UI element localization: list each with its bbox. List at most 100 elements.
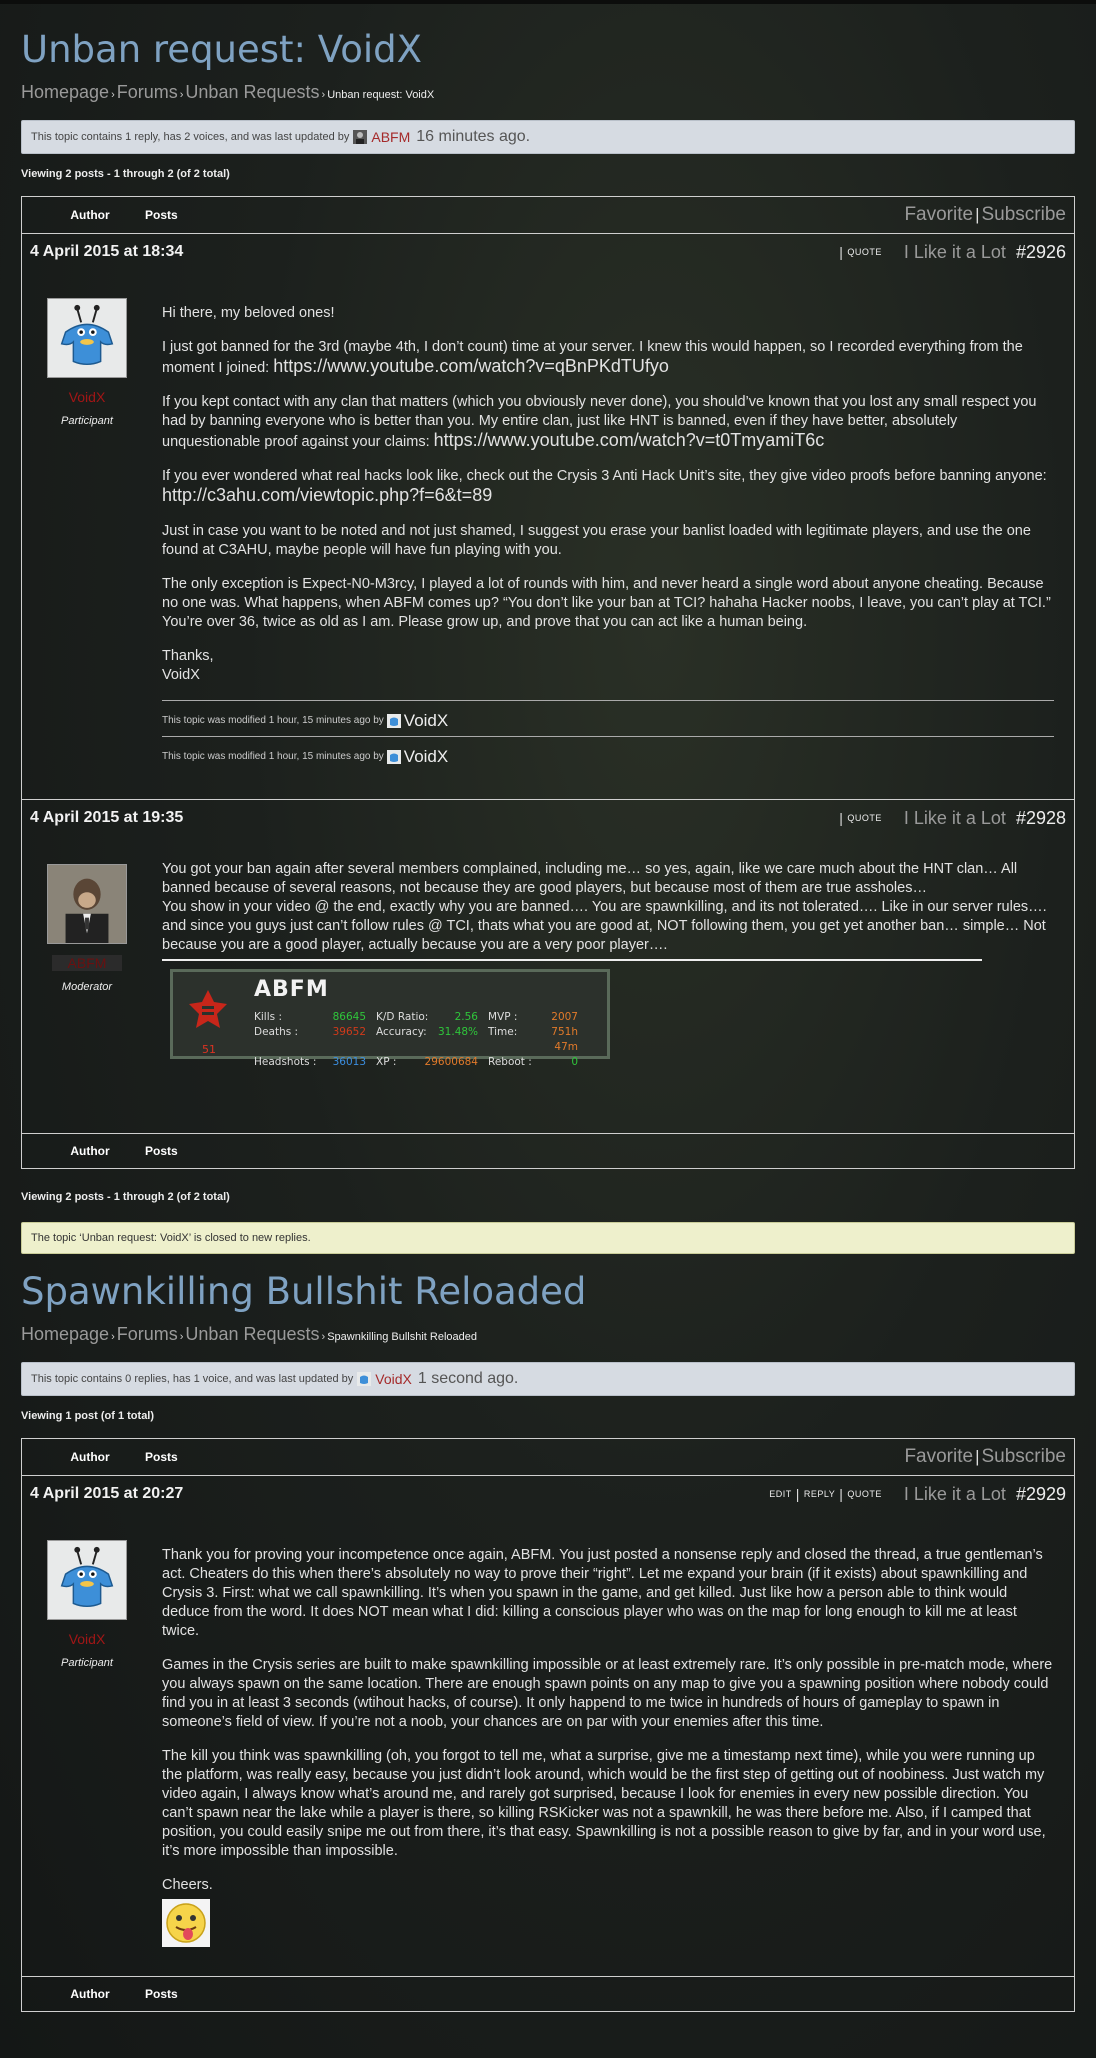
author-role: Participant: [61, 1657, 113, 1669]
voidx-mini-avatar-icon[interactable]: [357, 1372, 372, 1386]
post-author: VoidX Participant: [22, 270, 152, 776]
revision-user-link[interactable]: VoidX: [404, 711, 448, 730]
c3ahu-link[interactable]: http://c3ahu.com/viewtopic.php?f=6&t=89: [162, 485, 492, 505]
youtube-link[interactable]: https://www.youtube.com/watch?v=qBnPKdTU…: [273, 356, 669, 376]
post-author: ABFM Moderator: [22, 836, 152, 1069]
revision-user-link[interactable]: VoidX: [404, 747, 448, 766]
post-content: Thank you for proving your incompetence …: [152, 1512, 1074, 1963]
post-paragraph: You got your ban again after several mem…: [162, 860, 1054, 955]
quote-link[interactable]: QUOTE: [847, 813, 882, 823]
post-permalink[interactable]: #2929: [1016, 1484, 1066, 1505]
post-paragraph: The only exception is Expect-N0-M3rcy, I…: [162, 576, 1051, 630]
breadcrumb-home[interactable]: Homepage: [21, 82, 109, 103]
abfm-avatar[interactable]: [47, 864, 127, 944]
favorite-link[interactable]: Favorite: [904, 204, 973, 225]
sig-value: 39652: [332, 1026, 366, 1038]
sig-value: 2.56: [454, 1011, 478, 1023]
subscribe-link[interactable]: Subscribe: [982, 204, 1067, 225]
post-content: Hi there, my beloved ones! I just got ba…: [152, 270, 1074, 776]
header-author: Author: [70, 208, 110, 222]
post-header: 4 April 2015 at 18:34 | QUOTE I Like it a…: [22, 234, 1074, 270]
like-button[interactable]: I Like it a Lot: [904, 242, 1006, 263]
like-button[interactable]: I Like it a Lot: [904, 1484, 1006, 1505]
post-admin-links: | QUOTE: [839, 810, 882, 826]
breadcrumb-current: Spawnkilling Bullshit Reloaded: [327, 1331, 477, 1343]
quote-link[interactable]: QUOTE: [847, 1489, 882, 1499]
reply-link[interactable]: REPLY: [804, 1489, 835, 1499]
breadcrumb-forums[interactable]: Forums: [117, 82, 178, 103]
tongue-smiley-icon: [162, 1899, 210, 1947]
author-name[interactable]: ABFM: [52, 955, 122, 971]
breadcrumb-forums[interactable]: Forums: [117, 1324, 178, 1345]
footer-posts: Posts: [145, 1987, 178, 2001]
post-admin-links: EDIT | REPLY | QUOTE: [769, 1486, 882, 1502]
post-2928: 4 April 2015 at 19:35 | QUOTE I Like it a…: [22, 800, 1074, 1134]
favorite-link[interactable]: Favorite: [904, 1446, 973, 1467]
sig-label: XP :: [376, 1056, 397, 1068]
post-header: 4 April 2015 at 19:35 | QUOTE I Like it a…: [22, 800, 1074, 836]
header-posts: Posts: [145, 208, 178, 222]
post-paragraph: Just in case you want to be noted and no…: [162, 523, 1031, 558]
post-paragraph: The kill you think was spawnkilling (oh,…: [162, 1748, 1046, 1859]
breadcrumb-separator: ›: [321, 1331, 326, 1343]
abfm-mini-avatar-icon[interactable]: [353, 130, 368, 144]
post-permalink[interactable]: #2926: [1016, 242, 1066, 263]
voidx-mini-avatar-icon[interactable]: [386, 713, 401, 728]
post-signoff: Cheers.: [162, 1877, 213, 1893]
breadcrumb-unban-requests[interactable]: Unban Requests: [185, 82, 319, 103]
author-role: Moderator: [61, 981, 113, 993]
revision-log-item: This topic was modified 1 hour, 15 minut…: [162, 736, 1054, 766]
author-role: Participant: [61, 415, 113, 427]
sig-value: 0: [571, 1056, 578, 1068]
sig-value: 751h 47m: [551, 1026, 578, 1053]
sig-label: Kills :: [254, 1011, 282, 1023]
posts-footer: Author Posts: [22, 1977, 1074, 2011]
post-body: VoidX Participant Hi there, my beloved o…: [22, 270, 1074, 776]
voidx-avatar[interactable]: [47, 298, 127, 378]
sig-value: 31.48%: [438, 1026, 479, 1038]
topic-posts-list: Author Posts Favorite | Subscribe 4 April …: [21, 196, 1075, 1169]
notice-user-link[interactable]: ABFM: [371, 129, 410, 145]
voidx-mini-avatar-icon[interactable]: [386, 749, 401, 764]
post-header: 4 April 2015 at 20:27 EDIT | REPLY | QUOTE I…: [22, 1476, 1074, 1512]
notice-text: This topic contains 0 replies, has 1 voi…: [31, 1373, 354, 1385]
post-paragraph: I just got banned for the 3rd (maybe 4th…: [162, 338, 1054, 378]
paragraph-text: You got your ban again after several mem…: [162, 861, 1018, 896]
sig-label: Headshots :: [254, 1056, 317, 1068]
paragraph-text: You show in your video @ the end, exactl…: [162, 899, 1047, 953]
signoff-name: VoidX: [162, 667, 200, 683]
notice-time-link[interactable]: 1 second ago.: [418, 1370, 519, 1388]
posts-header: Author Posts Favorite | Subscribe: [22, 197, 1074, 234]
breadcrumb: Homepage › Forums › Unban Requests › Unb…: [21, 82, 1075, 108]
edit-link[interactable]: EDIT: [769, 1489, 792, 1499]
topic-unban-request: Unban request: VoidX Homepage › Forums ›…: [0, 4, 1096, 1254]
breadcrumb-home[interactable]: Homepage: [21, 1324, 109, 1345]
signature-divider: [162, 959, 982, 961]
breadcrumb: Homepage › Forums › Unban Requests › Spa…: [21, 1324, 1075, 1350]
sig-name: ABFM: [254, 977, 329, 1002]
voidx-avatar[interactable]: [47, 1540, 127, 1620]
post-date: 4 April 2015 at 18:34: [30, 243, 184, 260]
sig-value: 29600684: [424, 1056, 478, 1068]
subscribe-link[interactable]: Subscribe: [982, 1446, 1067, 1467]
youtube-link[interactable]: https://www.youtube.com/watch?v=t0Tmyami…: [434, 430, 825, 450]
quote-link[interactable]: QUOTE: [847, 247, 882, 257]
breadcrumb-unban-requests[interactable]: Unban Requests: [185, 1324, 319, 1345]
breadcrumb-separator: ›: [179, 1331, 184, 1343]
post-admin-links: | QUOTE: [839, 244, 882, 260]
post-permalink[interactable]: #2928: [1016, 808, 1066, 829]
notice-time-link[interactable]: 16 minutes ago.: [416, 128, 530, 146]
notice-user-link[interactable]: VoidX: [375, 1371, 412, 1387]
viewing-count: Viewing 2 posts - 1 through 2 (of 2 tota…: [21, 168, 230, 180]
breadcrumb-current: Unban request: VoidX: [327, 89, 435, 101]
breadcrumb-separator: ›: [321, 89, 326, 101]
sig-stats: Kills : 86645 K/D Ratio: 2.56 MVP : 2007 De…: [254, 1010, 578, 1070]
post-author: VoidX Participant: [22, 1512, 152, 1963]
author-name[interactable]: VoidX: [22, 1631, 152, 1647]
topic-spawnkilling: Spawnkilling Bullshit Reloaded Homepage …: [0, 1262, 1096, 2012]
subscription-links: Favorite | Subscribe: [904, 1446, 1067, 1467]
like-button[interactable]: I Like it a Lot: [904, 808, 1006, 829]
post-paragraph: Thank you for proving your incompetence …: [162, 1547, 1043, 1639]
sig-value: 2007: [551, 1011, 578, 1023]
author-name[interactable]: VoidX: [22, 389, 152, 405]
